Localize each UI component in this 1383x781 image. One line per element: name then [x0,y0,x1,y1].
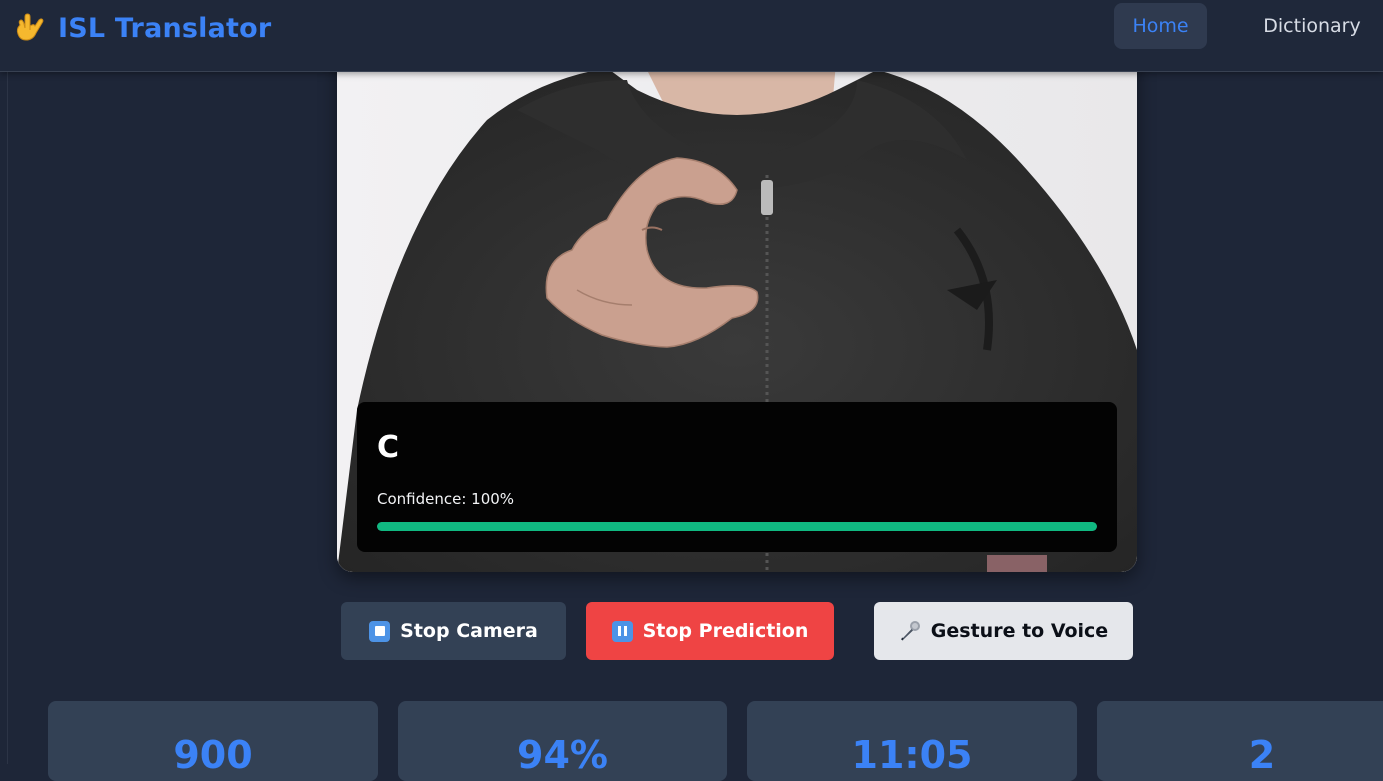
navbar: ISL Translator Home Dictionary [0,0,1383,72]
stat-value: 94% [517,733,608,777]
brand-title: ISL Translator [58,12,272,44]
stop-camera-button[interactable]: Stop Camera [341,602,566,660]
predicted-letter: C [377,430,400,465]
confidence-bar-fill [377,522,1097,531]
stat-value: 900 [173,733,253,777]
nav-dictionary-link[interactable]: Dictionary [1252,3,1372,49]
stat-card: 900 [48,701,378,781]
page-left-border [7,72,8,764]
nav-home-link[interactable]: Home [1114,3,1207,49]
brand[interactable]: ISL Translator [12,8,271,48]
stat-value: 11:05 [851,733,973,777]
stop-prediction-label: Stop Prediction [642,620,809,642]
love-you-hand-icon [16,13,44,41]
confidence-label: Confidence: 100% [377,490,515,508]
pause-icon [611,620,633,642]
confidence-bar [377,522,1097,531]
gesture-to-voice-button[interactable]: Gesture to Voice [874,602,1133,660]
stat-card: 94% [398,701,727,781]
gesture-to-voice-label: Gesture to Voice [930,620,1109,642]
stop-camera-label: Stop Camera [400,620,538,642]
stat-card: 11:05 [747,701,1077,781]
stat-card: 2 [1097,701,1383,781]
stat-value: 2 [1248,733,1276,777]
stop-prediction-button[interactable]: Stop Prediction [586,602,834,660]
stop-square-icon [369,620,391,642]
prediction-overlay: C Confidence: 100% [357,402,1117,552]
microphone-icon [900,621,920,641]
